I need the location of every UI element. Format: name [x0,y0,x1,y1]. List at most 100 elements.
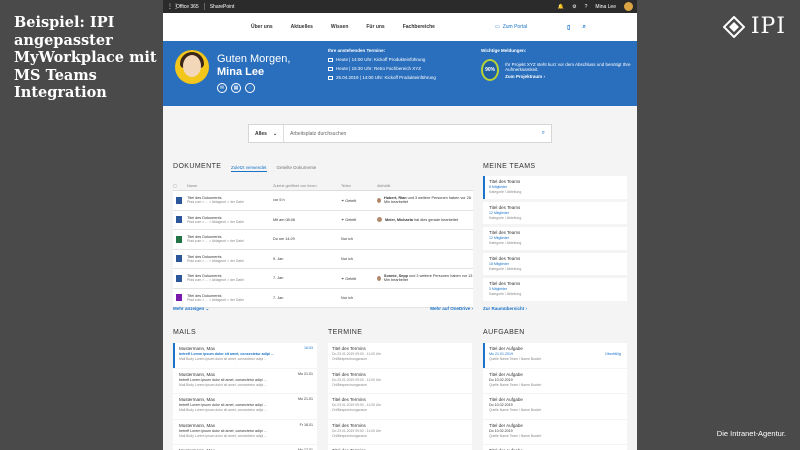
nav-item[interactable]: Aktuelles [291,24,313,30]
upcoming-appointments: Ihre anstehenden Termine: Heute | 14:00 … [328,48,436,84]
team-card[interactable]: Titel des Teams 8 Mitglieder Kategorie / A… [483,176,627,199]
appointment-card[interactable]: Titel des TerminsDo 23.01.2019 09:00 - 1… [328,343,472,368]
calendar-icon[interactable]: ▦ [231,83,241,93]
col-share[interactable]: Teilen [341,184,377,188]
document-share: Nur ich [341,237,377,241]
workplace-search: Alles ⌄ Arbeitsplatz durchsuchen ⌕ [248,124,552,143]
tasks-section: AUFGABEN Titel der Aufgabe Mo 21.01.2019 Q… [483,329,627,450]
top-bar-right: 🔔 ⚙ ? Mina Lee [558,2,633,11]
col-name[interactable]: Name [187,184,273,188]
task-title: Titel der Aufgabe [489,397,523,402]
help-icon[interactable]: ? [585,4,588,10]
col-opened[interactable]: Zuletzt geöffnet von ihnen [273,184,341,188]
brand-text: IPI [750,14,786,39]
mail-date: Mo 21.01 [298,371,313,376]
appointment-card[interactable]: Titel des TerminsDo 23.01.2019 09:00 - 1… [328,394,472,419]
team-card[interactable]: Titel des Teams 12 Mitglieder Kategorie / … [483,201,627,224]
team-card[interactable]: Titel des Teams 3 Mitglieder Kategorie / A… [483,278,627,301]
appointment-item[interactable]: Heute | 14:00 Uhr: Kickoff Produkteinfüh… [328,57,436,62]
task-card[interactable]: Titel der AufgabeDo 10.02.2019Quelle Nam… [483,419,627,444]
task-card[interactable]: Titel der AufgabeDo 10.02.2019Quelle Nam… [483,445,627,450]
ipi-logo-icon [722,15,745,38]
team-members: 12 Mitglieder [489,236,510,240]
share-label: Geteilt [345,218,357,223]
document-path: Pfad zum > ... > Ablageort > der Datei [187,239,244,244]
search-input[interactable]: Arbeitsplatz durchsuchen [284,131,541,137]
tab-recent[interactable]: Zuletzt verwendet [231,165,267,172]
appointment-card[interactable]: Titel des TerminsDo 23.01.2019 09:00 - 1… [328,419,472,444]
notification-content: Ihr Projekt XYZ steht kurz vor dem Absch… [505,62,631,79]
team-card[interactable]: Titel des Teams 12 Mitglieder Kategorie / … [483,227,627,250]
document-path: Pfad zum > ... > Ablageort > der Datei [187,258,244,263]
appointment-date: Do 23.01.2019 09:00 - 11:00 Uhr [332,428,382,433]
share-label: Nur ich [341,256,354,261]
document-name-cell: Titel des Dokuments Pfad zum > ... > Abla… [187,196,273,204]
welcome-banner: Guten Morgen, Mina Lee ✉ ▦ ◌ Ihre ansteh… [163,41,637,106]
app-launcher-icon[interactable]: ⋮⋮ [167,3,179,10]
task-card[interactable]: Titel der AufgabeDo 10.02.2019Quelle Nam… [483,368,627,393]
room-overview-link[interactable]: Zur Raumübersicht › [483,306,627,311]
documents-footer: Mehr anzeigen ⌄ Mehr auf OneDrive › [173,306,473,312]
onedrive-link[interactable]: Mehr auf OneDrive › [430,306,473,312]
mail-item[interactable]: Mustermann, Maxbetreff Lorem ipsum dolor… [173,343,317,368]
table-row[interactable]: Titel des Dokuments Pfad zum > ... > Abla… [173,191,473,211]
office-label[interactable]: Office 365 [176,4,199,10]
site-label[interactable]: SharePoint [210,4,235,10]
table-row[interactable]: Titel des Dokuments Pfad zum > ... > Abla… [173,210,473,230]
nav-item[interactable]: Für uns [366,24,384,30]
search-scope-dropdown[interactable]: Alles ⌄ [249,125,285,142]
nav-item[interactable]: Fachbereiche [403,24,435,30]
notification-icon[interactable]: 🔔 [558,4,564,10]
task-source: Quelle Name Team / Name Bucket [489,433,542,438]
col-activity[interactable]: Aktivität [377,184,473,188]
appointment-card[interactable]: Titel des TerminsDo 23.01.2019 09:00 - 1… [328,368,472,393]
table-row[interactable]: Titel des Dokuments Pfad zum > ... > Abla… [173,230,473,250]
mail-preview: Mail Body Lorem ipsum dolor sit amet, co… [179,408,268,412]
show-more-link[interactable]: Mehr anzeigen ⌄ [173,306,209,312]
team-name: Titel des Teams [489,255,521,261]
mail-item[interactable]: Mustermann, Maxbetreff Lorem ipsum dolor… [173,368,317,393]
user-avatar[interactable] [624,2,633,11]
mail-item[interactable]: Mustermann, Maxbetreff Lorem ipsum dolor… [173,445,317,450]
document-activity: Hubert, Rian und 3 weitere Personen habe… [377,196,473,204]
task-card[interactable]: Titel der AufgabeDo 10.02.2019Quelle Nam… [483,394,627,419]
task-card[interactable]: Titel der Aufgabe Mo 21.01.2019 Quelle Nam… [483,343,627,368]
mail-sender: Mustermann, Max [179,346,216,351]
chevron-down-icon: ⌄ [272,130,278,137]
appointment-location: Ort/Besprechungsraum [332,408,368,412]
mail-preview: Mail Body Lorem ipsum dolor sit amet, co… [179,382,268,387]
team-card[interactable]: Titel des Teams 18 Mitglieder Kategorie / … [483,252,627,275]
nav-item[interactable]: Über uns [251,24,273,30]
appointment-card[interactable]: Titel des TerminsDo 23.01.2019 09:00 - 1… [328,445,472,450]
chat-icon[interactable]: ◌ [245,83,255,93]
search-submit-icon[interactable]: ⌕ [542,130,551,137]
project-room-link[interactable]: Zum Projektraum › [505,74,631,79]
user-name[interactable]: Mina Lee [595,4,616,10]
mail-icon[interactable]: ✉ [217,83,227,93]
search-icon[interactable]: ⌕ [582,24,585,31]
appointment-item[interactable]: Heute | 15:30 Uhr: Retro Fachbereich XYZ [328,66,436,71]
portal-link[interactable]: ▭ Zum Portal [495,24,527,30]
mail-item[interactable]: Mustermann, Maxbetreff Lorem ipsum dolor… [173,419,317,444]
notification-text: Ihr Projekt XYZ steht kurz vor dem Absch… [505,61,631,72]
appointment-location: Ort/Besprechungsraum [332,433,368,438]
mail-subject: betreff Lorem ipsum dolor sit amet, cons… [179,377,267,382]
appointments-section: TERMINE Titel des Termins Do 23.01.2019 0… [328,329,472,450]
settings-icon[interactable]: ⚙ [572,4,576,10]
show-more-label: Mehr anzeigen [173,306,205,311]
appointment-item[interactable]: 25.04.2019 | 14:00 Uhr: Kickoff Produkte… [328,75,436,80]
document-opened: 7. Jan [273,295,284,300]
task-source: Quelle Name Team / Name Bucket [489,382,542,387]
mail-item[interactable]: Mustermann, Maxbetreff Lorem ipsum dolor… [173,394,317,419]
table-row[interactable]: Titel des Dokuments Pfad zum > ... > Abla… [173,249,473,269]
tab-shared[interactable]: Geteilte Dokumente [277,165,317,172]
mails-title: MAILS [173,329,197,336]
mobile-icon[interactable]: ▯ [567,24,570,31]
mail-subject: betreff Lorem ipsum dolor sit amet, cons… [179,428,267,433]
word-file-icon [176,196,182,204]
nav-item[interactable]: Wissen [331,24,348,30]
table-row[interactable]: Titel des Dokuments Pfad zum > ... > Abla… [173,269,473,289]
activity-text: Hubert, Rian und 3 weitere Personen habe… [384,196,473,204]
portal-link-label: Zum Portal [502,24,528,30]
table-header: ▢ Name Zuletzt geöffnet von ihnen Teilen… [173,181,473,191]
